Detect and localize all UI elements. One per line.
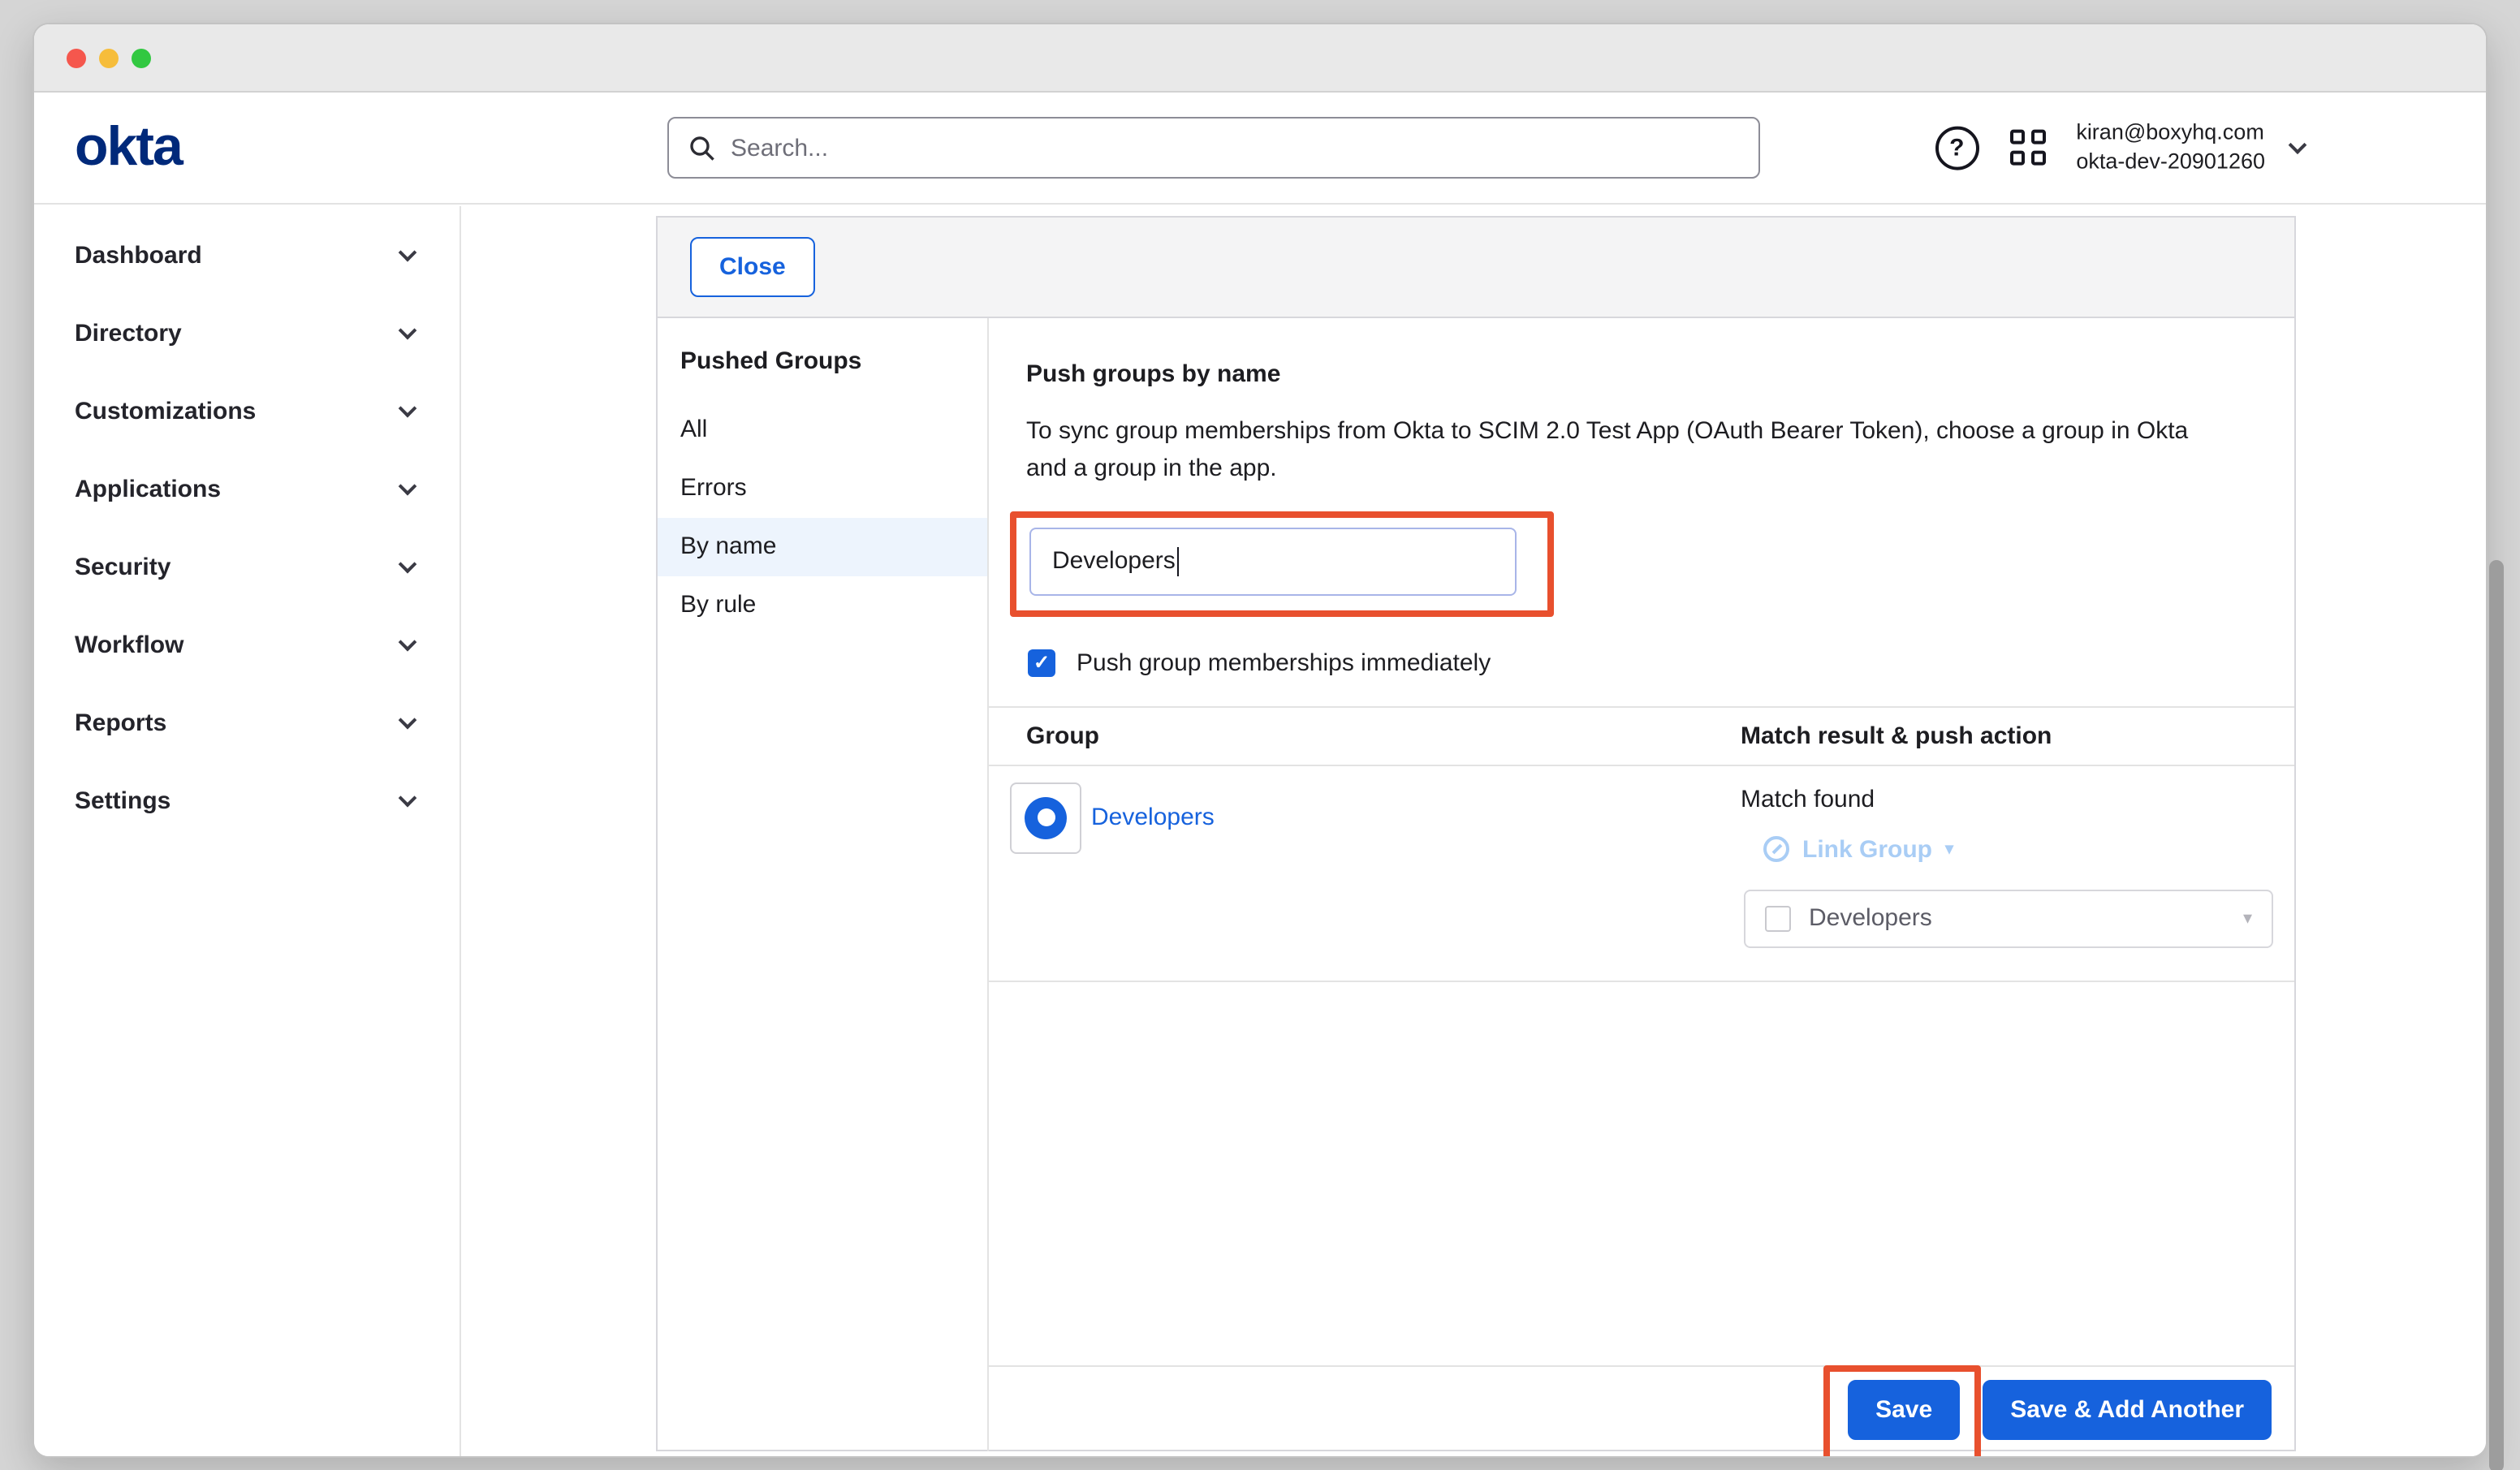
help-icon[interactable]: ? xyxy=(1935,126,1978,170)
caret-down-icon: ▾ xyxy=(1945,840,1953,858)
subnav-item-errors[interactable]: Errors xyxy=(658,459,987,518)
text-cursor xyxy=(1177,546,1179,575)
push-immediately-checkbox[interactable]: ✓ xyxy=(1028,649,1055,676)
chevron-down-icon xyxy=(399,399,417,418)
grid-square xyxy=(2009,130,2024,144)
header-actions: ? kiran@boxyhq.com okta-dev-20901260 xyxy=(1935,119,2304,178)
sidebar-item-applications[interactable]: Applications xyxy=(34,450,460,528)
save-and-add-another-button[interactable]: Save & Add Another xyxy=(1983,1380,2272,1440)
group-name-link[interactable]: Developers xyxy=(1091,804,1215,831)
subnav-item-by-name[interactable]: By name xyxy=(658,518,987,576)
sidebar-item-label: Settings xyxy=(75,787,170,814)
content-area: Dashboard Directory Customizations Appli… xyxy=(34,206,2486,1456)
traffic-lights xyxy=(67,48,151,67)
close-button[interactable]: Close xyxy=(690,237,815,297)
chevron-down-icon xyxy=(399,321,417,340)
window-close-button[interactable] xyxy=(67,48,86,67)
card-body: Pushed Groups All Errors By name By rule… xyxy=(658,318,2294,1451)
save-button-wrap: Save xyxy=(1848,1380,1960,1440)
search-input[interactable] xyxy=(731,134,1739,162)
panel-footer: Save Save & Add Another xyxy=(989,1365,2294,1451)
sidebar-item-dashboard[interactable]: Dashboard xyxy=(34,216,460,294)
sidebar: Dashboard Directory Customizations Appli… xyxy=(34,206,461,1456)
sidebar-item-label: Security xyxy=(75,553,170,580)
link-group-label: Link Group xyxy=(1802,835,1932,863)
subnav-item-by-rule[interactable]: By rule xyxy=(658,576,987,635)
link-icon xyxy=(1763,836,1789,862)
window-zoom-button[interactable] xyxy=(132,48,151,67)
push-groups-card: Close Pushed Groups All Errors By name B… xyxy=(656,216,2296,1451)
column-header-group: Group xyxy=(989,722,1741,749)
table-row: Developers Match found Link Group ▾ xyxy=(989,765,2294,981)
grid-square xyxy=(2030,130,2045,144)
apps-grid-icon[interactable] xyxy=(2009,130,2045,166)
account-org: okta-dev-20901260 xyxy=(2076,148,2265,177)
chevron-down-icon xyxy=(399,244,417,262)
browser-window: okta ? kiran@boxyhq.com xyxy=(32,23,2488,1458)
chevron-down-icon xyxy=(2289,136,2307,155)
sidebar-item-label: Reports xyxy=(75,709,166,736)
sidebar-item-settings[interactable]: Settings xyxy=(34,761,460,839)
push-immediately-label: Push group memberships immediately xyxy=(1077,649,1491,676)
pushed-groups-subnav: Pushed Groups All Errors By name By rule xyxy=(658,318,989,1451)
save-button[interactable]: Save xyxy=(1848,1380,1960,1440)
sidebar-item-directory[interactable]: Directory xyxy=(34,294,460,372)
sidebar-item-security[interactable]: Security xyxy=(34,528,460,606)
group-avatar xyxy=(1010,782,1081,853)
sidebar-item-label: Customizations xyxy=(75,397,256,425)
window-titlebar xyxy=(34,24,2486,93)
card-toolbar: Close xyxy=(658,218,2294,318)
match-status: Match found xyxy=(1741,785,2294,813)
column-header-match: Match result & push action xyxy=(1741,722,2294,749)
group-name-input-value: Developers xyxy=(1052,547,1176,575)
sidebar-item-label: Directory xyxy=(75,319,182,347)
match-group-checkbox[interactable] xyxy=(1765,905,1791,931)
push-by-name-panel: Push groups by name To sync group member… xyxy=(989,318,2294,1451)
chevron-down-icon xyxy=(399,711,417,730)
okta-group-icon xyxy=(1025,796,1067,838)
sidebar-item-workflow[interactable]: Workflow xyxy=(34,606,460,683)
grid-square xyxy=(2030,151,2045,166)
chevron-down-icon xyxy=(399,633,417,652)
app-header: okta ? kiran@boxyhq.com xyxy=(34,93,2486,205)
vertical-scrollbar[interactable] xyxy=(2489,560,2504,1470)
push-immediately-row: ✓ Push group memberships immediately xyxy=(1028,649,2294,676)
annotation-input-highlight: Developers xyxy=(1010,511,1554,616)
caret-down-icon: ▾ xyxy=(2243,907,2252,929)
groups-table-header: Group Match result & push action xyxy=(989,705,2294,765)
panel-title: Push groups by name xyxy=(1026,360,2294,388)
account-menu[interactable]: kiran@boxyhq.com okta-dev-20901260 xyxy=(2076,119,2304,178)
link-group-dropdown[interactable]: Link Group ▾ xyxy=(1763,835,2294,863)
subnav-item-all[interactable]: All xyxy=(658,401,987,459)
group-cell: Developers xyxy=(989,765,1741,853)
match-cell: Match found Link Group ▾ Developers ▾ xyxy=(1741,765,2294,980)
match-group-value: Developers xyxy=(1809,904,1932,932)
match-group-select[interactable]: Developers ▾ xyxy=(1744,889,2273,947)
okta-logo: okta xyxy=(75,116,182,179)
sidebar-item-customizations[interactable]: Customizations xyxy=(34,372,460,450)
sidebar-item-label: Workflow xyxy=(75,631,183,658)
sidebar-item-label: Dashboard xyxy=(75,241,202,269)
subnav-title: Pushed Groups xyxy=(658,318,987,401)
search-icon xyxy=(688,134,716,162)
global-search[interactable] xyxy=(667,117,1760,179)
sidebar-item-label: Applications xyxy=(75,475,221,502)
chevron-down-icon xyxy=(399,789,417,808)
account-email: kiran@boxyhq.com xyxy=(2076,119,2265,148)
screen: okta ? kiran@boxyhq.com xyxy=(0,0,2520,1470)
chevron-down-icon xyxy=(399,555,417,574)
group-name-input[interactable]: Developers xyxy=(1029,527,1517,595)
sidebar-item-reports[interactable]: Reports xyxy=(34,683,460,761)
panel-description: To sync group memberships from Okta to S… xyxy=(1026,412,2228,488)
chevron-down-icon xyxy=(399,477,417,496)
account-info: kiran@boxyhq.com okta-dev-20901260 xyxy=(2076,119,2265,178)
grid-square xyxy=(2009,151,2024,166)
window-minimize-button[interactable] xyxy=(99,48,119,67)
